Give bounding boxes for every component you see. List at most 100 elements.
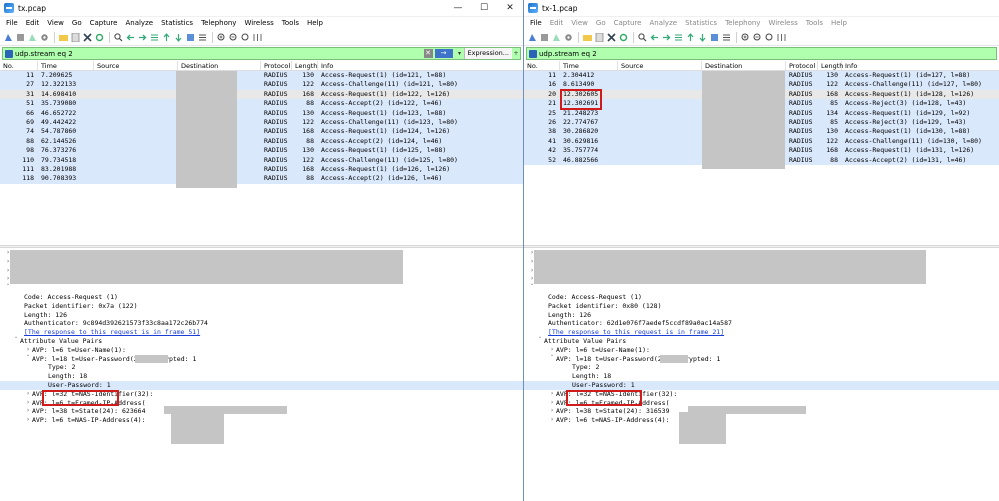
tree-row-collapsed[interactable]: › <box>4 258 523 267</box>
menu-capture[interactable]: Capture <box>610 17 646 30</box>
zoom-out-icon[interactable] <box>228 32 238 43</box>
save-icon[interactable] <box>70 32 80 43</box>
column-protocol[interactable]: Protocol <box>786 61 818 70</box>
display-filter-input[interactable]: udp.stream eq 2 <box>539 50 996 58</box>
column-destination[interactable]: Destination <box>702 61 786 70</box>
open-folder-icon[interactable] <box>582 32 592 43</box>
first-packet-icon[interactable] <box>161 32 171 43</box>
menu-help[interactable]: Help <box>827 17 851 30</box>
avp-length[interactable]: Length: 18 <box>0 372 523 381</box>
column-destination[interactable]: Destination <box>178 61 261 70</box>
restart-icon[interactable] <box>27 32 37 43</box>
packet-row[interactable]: 74 54.787860 RADIUS 168 Access-Request(1) (i… <box>0 127 523 137</box>
last-packet-icon[interactable] <box>697 32 707 43</box>
avp-nas-ip[interactable]: › AVP: l=6 t=NAS-IP-Address(4): <box>524 416 999 425</box>
restart-icon[interactable] <box>551 32 561 43</box>
avp-type[interactable]: Type: 2 <box>0 363 523 372</box>
menu-analyze[interactable]: Analyze <box>121 17 157 30</box>
chevron-right-icon[interactable]: › <box>4 275 12 284</box>
chevron-right-icon[interactable]: › <box>528 258 536 267</box>
last-packet-icon[interactable] <box>173 32 183 43</box>
reload-icon[interactable] <box>94 32 104 43</box>
menu-help[interactable]: Help <box>303 17 327 30</box>
chevron-right-icon[interactable]: › <box>528 249 536 258</box>
pane-splitter[interactable] <box>524 245 999 248</box>
close-icon[interactable]: ✕ <box>497 0 523 17</box>
packet-row[interactable]: 69 49.442422 RADIUS 122 Access-Challenge(11)… <box>0 117 523 128</box>
user-password-value[interactable]: User-Password: 1 <box>524 380 999 390</box>
chevron-right-icon[interactable]: › <box>548 399 556 408</box>
add-filter-icon[interactable]: + <box>512 50 520 57</box>
column-time[interactable]: Time <box>560 61 618 70</box>
clear-filter-icon[interactable]: ✕ <box>423 49 433 58</box>
packet-row[interactable]: 118 90.708393 RADIUS 88 Access-Accept(2) (id… <box>0 174 523 184</box>
go-back-icon[interactable] <box>649 32 659 43</box>
tree-row-collapsed[interactable]: › <box>4 249 523 258</box>
packet-row[interactable]: 51 35.739080 RADIUS 88 Access-Accept(2) (id=… <box>0 99 523 109</box>
chevron-right-icon[interactable]: › <box>24 390 32 399</box>
column-info[interactable]: Info <box>842 61 999 70</box>
chevron-right-icon[interactable]: › <box>4 249 12 258</box>
go-to-packet-icon[interactable] <box>673 32 683 43</box>
chevron-down-icon[interactable]: ˇ <box>4 284 12 293</box>
go-forward-icon[interactable] <box>137 32 147 43</box>
find-packet-icon[interactable] <box>637 32 647 43</box>
menu-telephony[interactable]: Telephony <box>721 17 764 30</box>
menu-edit[interactable]: Edit <box>22 17 44 30</box>
chevron-down-icon[interactable]: ˇ <box>536 337 544 346</box>
tree-row-collapsed[interactable]: › <box>4 267 523 276</box>
chevron-right-icon[interactable]: › <box>548 416 556 425</box>
column-source[interactable]: Source <box>94 61 178 70</box>
apply-filter-icon[interactable]: → <box>434 49 453 58</box>
colorize-icon[interactable] <box>197 32 207 43</box>
chevron-right-icon[interactable]: › <box>24 399 32 408</box>
tree-row-collapsed[interactable]: › <box>528 267 999 276</box>
chevron-right-icon[interactable]: › <box>4 267 12 276</box>
close-file-icon[interactable] <box>82 32 92 43</box>
detail-packet-identifier[interactable]: Packet identifier: 0x80 (128) <box>524 302 999 311</box>
chevron-right-icon[interactable]: › <box>548 390 556 399</box>
menu-file[interactable]: File <box>2 17 22 30</box>
shark-fin-start-icon[interactable] <box>3 32 13 43</box>
go-to-packet-icon[interactable] <box>149 32 159 43</box>
avp-user-password[interactable]: ˇ AVP: l=18 t=User-Password(2): Decrypted… <box>524 355 999 364</box>
menu-statistics[interactable]: Statistics <box>157 17 197 30</box>
menu-file[interactable]: File <box>526 17 546 30</box>
close-file-icon[interactable] <box>606 32 616 43</box>
menu-telephony[interactable]: Telephony <box>197 17 240 30</box>
detail-code[interactable]: Code: Access-Request (1) <box>0 293 523 302</box>
chevron-right-icon[interactable]: › <box>24 407 32 416</box>
colorize-icon[interactable] <box>721 32 731 43</box>
chevron-down-icon[interactable]: ˇ <box>528 284 536 293</box>
resize-columns-icon[interactable] <box>776 32 786 43</box>
avp-nas-ip[interactable]: › AVP: l=6 t=NAS-IP-Address(4): <box>0 416 523 425</box>
tree-row-collapsed[interactable]: › <box>528 275 999 284</box>
menu-view[interactable]: View <box>567 17 592 30</box>
resize-columns-icon[interactable] <box>252 32 262 43</box>
tree-row-collapsed[interactable]: › <box>528 258 999 267</box>
go-forward-icon[interactable] <box>661 32 671 43</box>
chevron-right-icon[interactable]: › <box>24 416 32 425</box>
tree-row-radius[interactable]: ˇ <box>4 284 523 293</box>
packet-row[interactable]: 27 12.322133 RADIUS 122 Access-Challenge(11)… <box>0 80 523 90</box>
packet-row[interactable]: 98 76.373276 RADIUS 130 Access-Request(1) (i… <box>0 146 523 156</box>
menu-wireless[interactable]: Wireless <box>240 17 277 30</box>
tree-row-collapsed[interactable]: › <box>4 275 523 284</box>
detail-length[interactable]: Length: 126 <box>0 311 523 320</box>
response-frame-link[interactable]: [The response to this request is in fram… <box>24 328 200 337</box>
menu-statistics[interactable]: Statistics <box>681 17 721 30</box>
detail-authenticator[interactable]: Authenticator: 9c894d392621573f33c8aa172… <box>0 319 523 328</box>
detail-authenticator[interactable]: Authenticator: 62d1e076f7aedef5ccdf89a0a… <box>524 319 999 328</box>
auto-scroll-icon[interactable] <box>185 32 195 43</box>
column-length[interactable]: Length <box>292 61 318 70</box>
chevron-down-icon[interactable]: ˇ <box>12 337 20 346</box>
chevron-right-icon[interactable]: › <box>548 346 556 355</box>
chevron-right-icon[interactable]: › <box>4 258 12 267</box>
avp-user-name[interactable]: › AVP: l=6 t=User-Name(1): <box>0 346 523 355</box>
column-source[interactable]: Source <box>618 61 702 70</box>
menu-analyze[interactable]: Analyze <box>645 17 681 30</box>
packet-row[interactable]: 11 7.209625 RADIUS 130 Access-Request(1) (id… <box>0 71 523 81</box>
zoom-in-icon[interactable] <box>216 32 226 43</box>
options-gear-icon[interactable] <box>39 32 49 43</box>
packet-row[interactable]: 111 83.201988 RADIUS 168 Access-Request(1) (… <box>0 164 523 175</box>
